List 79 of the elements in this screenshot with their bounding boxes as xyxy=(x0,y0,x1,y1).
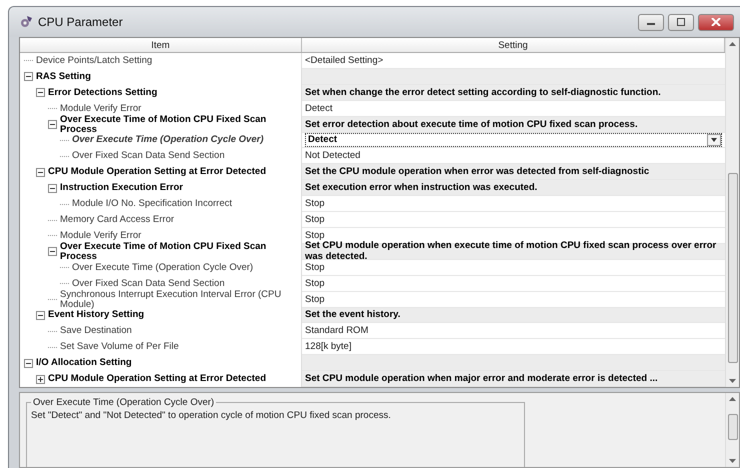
collapse-icon[interactable] xyxy=(36,88,45,98)
maximize-button[interactable] xyxy=(668,14,694,30)
tree-line xyxy=(60,140,69,141)
maximize-icon xyxy=(676,18,686,26)
collapse-icon[interactable] xyxy=(36,168,45,177)
collapse-icon[interactable] xyxy=(36,310,45,320)
collapse-icon[interactable] xyxy=(24,72,33,82)
setting-value: Set execution error when instruction was executed. xyxy=(305,182,538,194)
setting-value: 128[k byte] xyxy=(305,341,352,352)
scroll-up-icon[interactable] xyxy=(729,42,736,46)
scroll-thumb[interactable] xyxy=(728,414,738,440)
setting-value: Set the CPU module operation when error was detected from self-diagnostic xyxy=(305,166,650,178)
setting-value: Set CPU module operation when execute time of motion CPU fixed scan process over error was detected. xyxy=(305,240,718,262)
tree-line xyxy=(48,346,57,348)
item-label[interactable]: Module Verify Error xyxy=(60,230,142,241)
setting-value: Set the event history. xyxy=(305,309,400,320)
item-label[interactable]: Module I/O No. Specification Incorrect xyxy=(72,199,232,210)
scroll-down-icon[interactable] xyxy=(729,459,736,463)
setting-value: Standard ROM xyxy=(305,325,368,336)
minimize-button[interactable] xyxy=(638,14,664,30)
collapse-icon[interactable] xyxy=(48,247,57,256)
close-button[interactable] xyxy=(698,14,734,30)
tree-line xyxy=(48,330,57,332)
item-label[interactable]: Synchronous Interrupt Execution Interval Error (CPU Module) xyxy=(60,290,301,310)
item-label[interactable]: Instruction Execution Error xyxy=(60,183,183,194)
setting-value: Detect xyxy=(305,102,332,114)
tree-line xyxy=(60,156,69,157)
tree-line xyxy=(60,267,69,268)
tree-line xyxy=(48,235,57,236)
setting-value: <Detailed Setting> xyxy=(305,54,384,66)
expand-icon[interactable] xyxy=(36,374,45,384)
item-label[interactable]: Over Fixed Scan Data Send Section xyxy=(72,278,225,289)
setting-value: Set when change the error detect setting according to self-diagnostic function. xyxy=(305,86,661,98)
item-label[interactable]: Memory Card Access Error xyxy=(60,215,174,226)
setting-value: Stop xyxy=(305,230,325,241)
dropdown-arrow-icon xyxy=(711,138,717,142)
item-label[interactable]: CPU Module Operation Setting at Error Detected xyxy=(48,167,266,178)
tree-line xyxy=(48,108,57,110)
tree-line xyxy=(48,220,57,221)
item-label[interactable]: CPU Module Operation Setting at Error Detected xyxy=(48,374,266,384)
item-label[interactable]: Over Fixed Scan Data Send Section xyxy=(72,151,225,162)
item-label[interactable]: I/O Allocation Setting xyxy=(36,358,132,368)
item-label[interactable]: Device Points/Latch Setting xyxy=(36,56,152,66)
description-text: Set "Detect" and "Not Detected" to operation cycle of motion CPU fixed scan process. xyxy=(31,410,392,421)
item-label[interactable]: Event History Setting xyxy=(48,310,144,320)
item-label[interactable]: Save Destination xyxy=(60,326,132,336)
item-label[interactable]: Over Execute Time of Motion CPU Fixed Scan Process xyxy=(60,242,301,262)
setting-value: Set CPU module operation when major error and moderate error is detected ... xyxy=(305,373,658,384)
setting-value: Stop xyxy=(305,214,325,226)
setting-dropdown[interactable]: Detect xyxy=(305,132,722,147)
description-title: Over Execute Time (Operation Cycle Over) xyxy=(32,397,216,408)
setting-value: Stop xyxy=(305,278,325,289)
scroll-down-icon[interactable] xyxy=(729,379,736,383)
tree-line xyxy=(60,283,69,284)
scroll-up-icon[interactable] xyxy=(729,397,736,401)
column-header[interactable]: Item xyxy=(20,38,302,52)
setting-value: Stop xyxy=(305,294,325,305)
description-scrollbar[interactable] xyxy=(725,393,739,467)
item-label[interactable]: Module Verify Error xyxy=(60,104,142,114)
item-label[interactable]: Over Execute Time (Operation Cycle Over) xyxy=(72,262,254,273)
tree-line xyxy=(24,60,33,62)
tree-line xyxy=(60,204,69,205)
collapse-icon[interactable] xyxy=(24,358,33,368)
setting-value: Not Detected xyxy=(305,150,360,162)
item-label[interactable]: Over Execute Time of Motion CPU Fixed Scan Process xyxy=(60,114,301,135)
close-icon xyxy=(711,18,721,26)
setting-value: Set error detection about execute time of motion CPU fixed scan process. xyxy=(305,118,638,130)
window-title: CPU Parameter xyxy=(38,15,123,29)
setting-value: Stop xyxy=(305,198,325,210)
vertical-scrollbar[interactable] xyxy=(725,38,739,387)
collapse-icon[interactable] xyxy=(48,120,57,130)
item-label[interactable]: Over Execute Time (Operation Cycle Over) xyxy=(72,135,264,146)
scroll-thumb[interactable] xyxy=(728,173,738,363)
item-label[interactable]: Error Detections Setting xyxy=(48,88,158,98)
setting-value: Stop xyxy=(305,262,325,273)
tree-line xyxy=(48,299,57,300)
item-label[interactable]: Set Save Volume of Per File xyxy=(60,342,179,352)
collapse-icon[interactable] xyxy=(48,184,57,193)
item-label[interactable]: RAS Setting xyxy=(36,72,91,82)
